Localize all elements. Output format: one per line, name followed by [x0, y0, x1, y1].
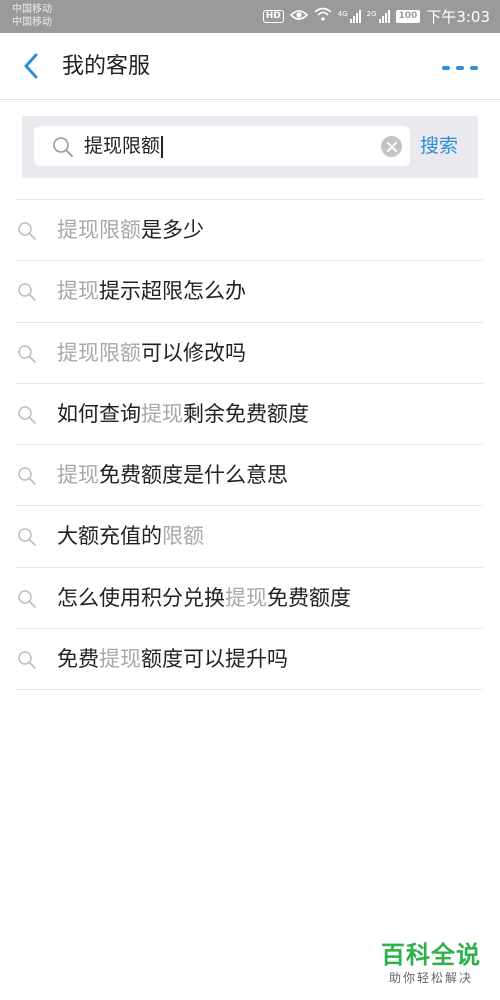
header-bar: 我的客服 [0, 33, 500, 100]
search-icon [17, 282, 37, 302]
carrier-2-label: 中国移动 [12, 17, 52, 28]
search-icon [52, 136, 74, 158]
close-icon [386, 137, 397, 156]
eye-icon [289, 7, 308, 25]
signal-1-icon: 4G [338, 9, 361, 23]
suggestion-keyword: 提现 [57, 463, 99, 488]
suggestion-item[interactable]: 提现限额可以修改吗 [17, 323, 483, 384]
suggestion-item[interactable]: 提现限额是多少 [17, 200, 483, 262]
text-cursor [161, 135, 163, 158]
status-indicators: HD 4G 2G 100 下午3:03 [262, 6, 490, 26]
search-bar: 提现限额 搜索 [22, 116, 478, 178]
suggestion-text-part: 可以修改吗 [141, 340, 246, 365]
status-bar: 中国移动 中国移动 HD 4G 2G 100 下午3:03 [0, 0, 500, 33]
suggestion-text: 如何查询提现剩余免费额度 [57, 398, 309, 430]
more-button[interactable] [442, 59, 478, 77]
suggestion-keyword: 提现 [225, 585, 267, 610]
suggestion-item[interactable]: 怎么使用积分兑换提现免费额度 [17, 568, 483, 630]
battery-icon: 100 [395, 9, 421, 23]
suggestion-text: 怎么使用积分兑换提现免费额度 [57, 582, 351, 614]
suggestion-text: 提现提示超限怎么办 [57, 275, 246, 307]
wifi-icon [314, 7, 332, 25]
suggestion-text: 免费提现额度可以提升吗 [57, 643, 288, 675]
suggestion-text: 提现限额是多少 [57, 214, 204, 246]
page-title: 我的客服 [62, 54, 151, 79]
suggestion-text-part: 大额充值的 [57, 524, 162, 549]
chevron-left-icon [22, 53, 40, 83]
suggestion-item[interactable]: 提现免费额度是什么意思 [17, 445, 483, 507]
search-icon [17, 405, 37, 425]
suggestion-text-part: 提示超限怎么办 [99, 279, 246, 304]
clear-button[interactable] [381, 136, 402, 157]
search-button[interactable]: 搜索 [420, 130, 458, 162]
suggestion-list: 提现限额是多少 提现提示超限怎么办 提现限额可以修改吗 如何查询提现剩余免费额度 提现免… [17, 199, 483, 691]
suggestion-text: 大额充值的限额 [57, 520, 204, 552]
hd-icon: HD [262, 9, 284, 23]
signal-2-icon: 2G [367, 9, 390, 23]
suggestion-item[interactable]: 如何查询提现剩余免费额度 [17, 384, 483, 446]
suggestion-keyword: 提现 [141, 401, 183, 426]
suggestion-text-part: 怎么使用积分兑换 [57, 585, 225, 610]
suggestion-text: 提现免费额度是什么意思 [57, 459, 288, 491]
suggestion-item[interactable]: 免费提现额度可以提升吗 [17, 629, 483, 691]
search-query: 提现限额 [84, 132, 163, 160]
search-input[interactable]: 提现限额 [34, 126, 410, 166]
suggestion-item[interactable]: 提现提示超限怎么办 [17, 261, 483, 323]
search-icon [17, 466, 37, 486]
back-button[interactable] [14, 51, 48, 85]
suggestion-text: 提现限额可以修改吗 [57, 337, 246, 369]
suggestion-keyword: 限额 [162, 524, 204, 549]
suggestion-text-part: 免费额度 [267, 585, 351, 610]
carrier-labels: 中国移动 中国移动 [12, 3, 52, 29]
search-icon [17, 650, 37, 670]
search-icon [17, 589, 37, 609]
suggestion-keyword: 提现 [57, 279, 99, 304]
search-query-text: 提现限额 [84, 135, 161, 157]
suggestion-keyword: 提现限额 [57, 340, 141, 365]
watermark-title: 百科全说 [381, 941, 481, 969]
suggestion-text-part: 剩余免费额度 [183, 401, 309, 426]
more-dot [456, 66, 464, 70]
more-dot [470, 66, 478, 70]
suggestion-text-part: 免费 [57, 647, 99, 672]
suggestion-text-part: 如何查询 [57, 401, 141, 426]
carrier-1-label: 中国移动 [12, 4, 52, 15]
watermark-subtitle: 助你轻松解决 [388, 971, 473, 985]
suggestion-keyword: 提现限额 [57, 218, 141, 242]
suggestion-item[interactable]: 大额充值的限额 [17, 506, 483, 568]
search-icon [17, 221, 37, 241]
more-dot [442, 66, 450, 70]
suggestion-text-part: 免费额度是什么意思 [99, 463, 288, 488]
status-time: 下午3:03 [426, 7, 490, 26]
suggestion-keyword: 提现 [99, 647, 141, 672]
suggestion-text-part: 是多少 [141, 218, 204, 242]
search-icon [17, 344, 37, 364]
search-icon [17, 527, 37, 547]
suggestion-text-part: 额度可以提升吗 [141, 647, 288, 672]
watermark-logo: 百科全说 助你轻松解决 [376, 940, 486, 986]
